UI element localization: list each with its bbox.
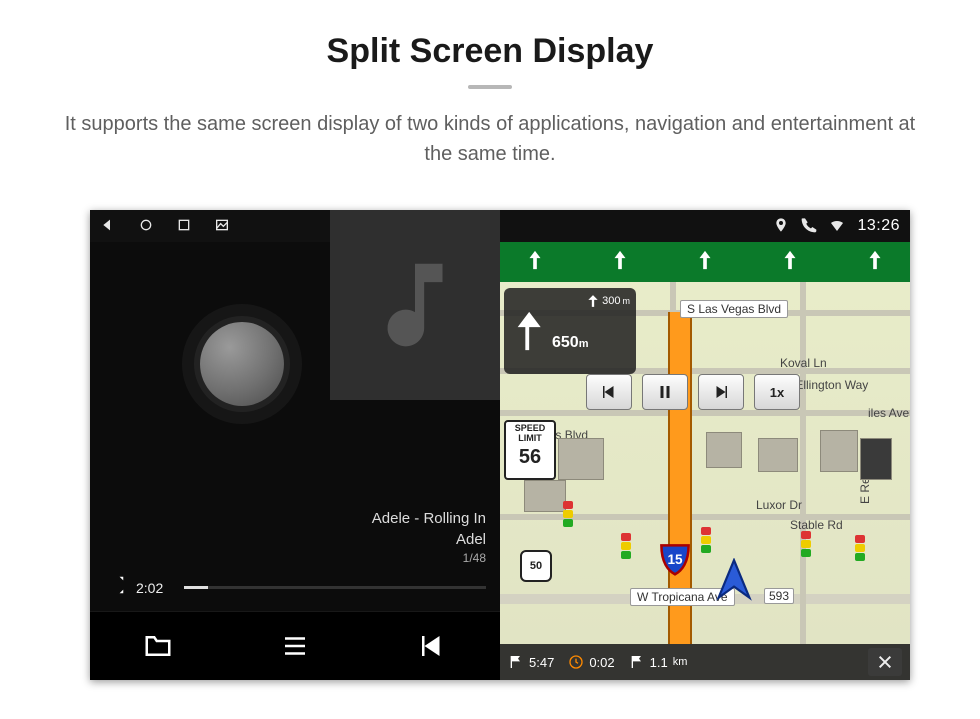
music-controls-bar bbox=[90, 611, 500, 680]
clock-time: 13:26 bbox=[857, 217, 900, 235]
track-artist: Adel bbox=[90, 530, 486, 550]
interstate-shield-icon: 15 bbox=[658, 542, 692, 576]
speed-limit-sign: SPEEDLIMIT 56 bbox=[504, 420, 556, 480]
eta-value: 5:47 bbox=[529, 655, 554, 670]
sim-next-button[interactable] bbox=[698, 374, 744, 410]
turn-instruction-panel: 650m 300m bbox=[504, 288, 636, 374]
map-building bbox=[524, 480, 566, 512]
folder-button[interactable] bbox=[123, 624, 193, 668]
clock-icon bbox=[568, 654, 584, 670]
lane-arrow-icon bbox=[609, 249, 631, 276]
sim-prev-button[interactable] bbox=[586, 374, 632, 410]
album-placeholder bbox=[330, 210, 500, 400]
then-right-icon bbox=[586, 294, 600, 308]
traffic-light-icon bbox=[854, 534, 866, 562]
eta-item: 5:47 bbox=[508, 654, 554, 670]
track-title: Adele - Rolling In bbox=[90, 509, 486, 529]
traffic-light-icon bbox=[562, 500, 574, 528]
android-status-bar: 13:26 bbox=[90, 210, 910, 242]
speed-limit-value: 56 bbox=[506, 446, 554, 468]
device-mockup: 13:26 Adele - Rolling In Adel 1/48 2:02 bbox=[90, 210, 910, 680]
sim-control-bar: 1x bbox=[586, 374, 800, 410]
remaining-distance: 1.1 bbox=[650, 655, 668, 670]
back-icon[interactable] bbox=[100, 217, 116, 236]
close-nav-button[interactable] bbox=[868, 648, 902, 676]
lane-guidance-bar bbox=[500, 242, 910, 282]
track-metadata: Adele - Rolling In Adel 1/48 bbox=[90, 507, 500, 568]
sim-pause-button[interactable] bbox=[642, 374, 688, 410]
map-building bbox=[820, 430, 858, 472]
lane-arrow-icon bbox=[864, 249, 886, 276]
wifi-icon bbox=[829, 217, 845, 236]
remaining-duration: 0:02 bbox=[589, 655, 614, 670]
page-subtitle: It supports the same screen display of t… bbox=[55, 109, 925, 169]
us-route-shield: 50 bbox=[520, 550, 552, 582]
elapsed-time: 2:02 bbox=[136, 580, 174, 596]
remaining-distance-item: 1.1 km bbox=[629, 654, 688, 670]
gps-cursor-icon bbox=[712, 558, 756, 607]
sim-speed-button[interactable]: 1x bbox=[754, 374, 800, 410]
street-label-koval: Koval Ln bbox=[780, 356, 827, 370]
page-title: Split Screen Display bbox=[0, 0, 980, 71]
street-label-luxor: Luxor Dr bbox=[756, 498, 802, 512]
remaining-time-item: 0:02 bbox=[568, 654, 614, 670]
music-panel: Adele - Rolling In Adel 1/48 2:02 bbox=[90, 242, 500, 680]
street-label-stable: Stable Rd bbox=[790, 518, 843, 532]
turn-left-icon bbox=[510, 308, 556, 354]
nav-footer-bar: 5:47 0:02 1.1 km bbox=[500, 644, 910, 680]
map-building bbox=[558, 438, 604, 480]
destination-flag-icon bbox=[629, 654, 645, 670]
turn-distance-unit: m bbox=[579, 338, 589, 350]
traffic-light-icon bbox=[700, 526, 712, 554]
previous-track-button[interactable] bbox=[397, 624, 467, 668]
map-building bbox=[860, 438, 892, 480]
remaining-distance-unit: km bbox=[673, 656, 688, 668]
picture-notification-icon[interactable] bbox=[214, 217, 230, 236]
album-art-area bbox=[90, 242, 500, 507]
progress-bar[interactable] bbox=[184, 586, 486, 589]
traffic-light-icon bbox=[800, 530, 812, 558]
location-icon bbox=[773, 217, 789, 236]
phone-icon bbox=[801, 217, 817, 236]
turn-distance: 650 bbox=[552, 334, 579, 351]
svg-text:15: 15 bbox=[667, 552, 683, 567]
music-note-icon bbox=[360, 250, 470, 360]
lane-arrow-icon bbox=[524, 249, 546, 276]
traffic-light-icon bbox=[620, 532, 632, 560]
street-label-top: S Las Vegas Blvd bbox=[680, 300, 788, 318]
navigation-panel: S Las Vegas Blvd Koval Ln Duke Ellington… bbox=[500, 242, 910, 680]
street-number-badge: 593 bbox=[764, 588, 794, 604]
lane-arrow-icon bbox=[779, 249, 801, 276]
joystick-widget[interactable] bbox=[200, 322, 284, 406]
title-divider bbox=[468, 85, 512, 89]
shuffle-icon[interactable] bbox=[104, 574, 126, 601]
playlist-button[interactable] bbox=[260, 624, 330, 668]
map-building bbox=[706, 432, 742, 468]
destination-flag-icon bbox=[508, 654, 524, 670]
close-icon bbox=[877, 654, 893, 670]
home-circle-icon[interactable] bbox=[138, 217, 154, 236]
next-turn-unit: m bbox=[623, 296, 631, 306]
map-building bbox=[758, 438, 798, 472]
track-index: 1/48 bbox=[90, 550, 486, 566]
next-turn-distance: 300 bbox=[602, 295, 620, 307]
street-label-miles: iles Ave bbox=[868, 406, 909, 420]
lane-arrow-icon bbox=[694, 249, 716, 276]
recent-square-icon[interactable] bbox=[176, 217, 192, 236]
